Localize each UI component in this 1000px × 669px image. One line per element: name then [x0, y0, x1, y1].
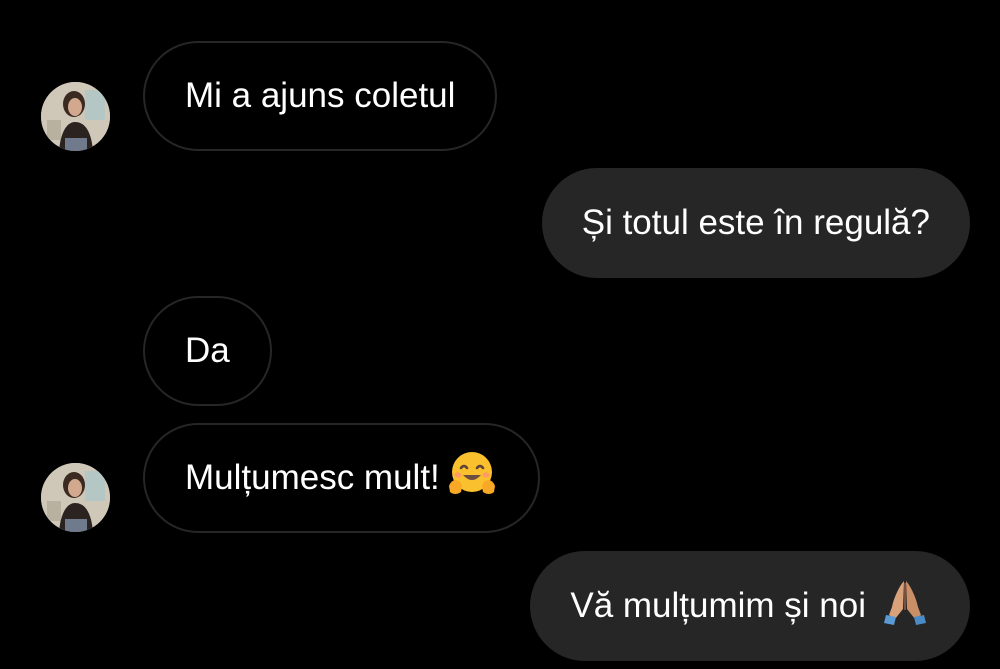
- message-text: Mi a ajuns coletul: [185, 76, 456, 115]
- avatar[interactable]: [41, 82, 110, 151]
- hugging-face-icon: [446, 448, 498, 509]
- message-text: Mulțumesc mult!: [185, 458, 440, 497]
- message-bubble-incoming[interactable]: Mulțumesc mult!: [143, 423, 540, 533]
- message-text: Da: [185, 331, 230, 370]
- message-bubble-outgoing[interactable]: Și totul este în regulă?: [541, 168, 970, 278]
- message-bubble-outgoing[interactable]: Vă mulțumim și noi: [530, 551, 970, 661]
- message-bubble-incoming[interactable]: Da: [143, 296, 272, 406]
- message-text: Și totul este în regulă?: [581, 203, 930, 242]
- folded-hands-icon: [880, 577, 930, 636]
- message-bubble-incoming[interactable]: Mi a ajuns coletul: [143, 41, 498, 151]
- message-text: Vă mulțumim și noi: [570, 586, 866, 625]
- avatar[interactable]: [41, 463, 110, 532]
